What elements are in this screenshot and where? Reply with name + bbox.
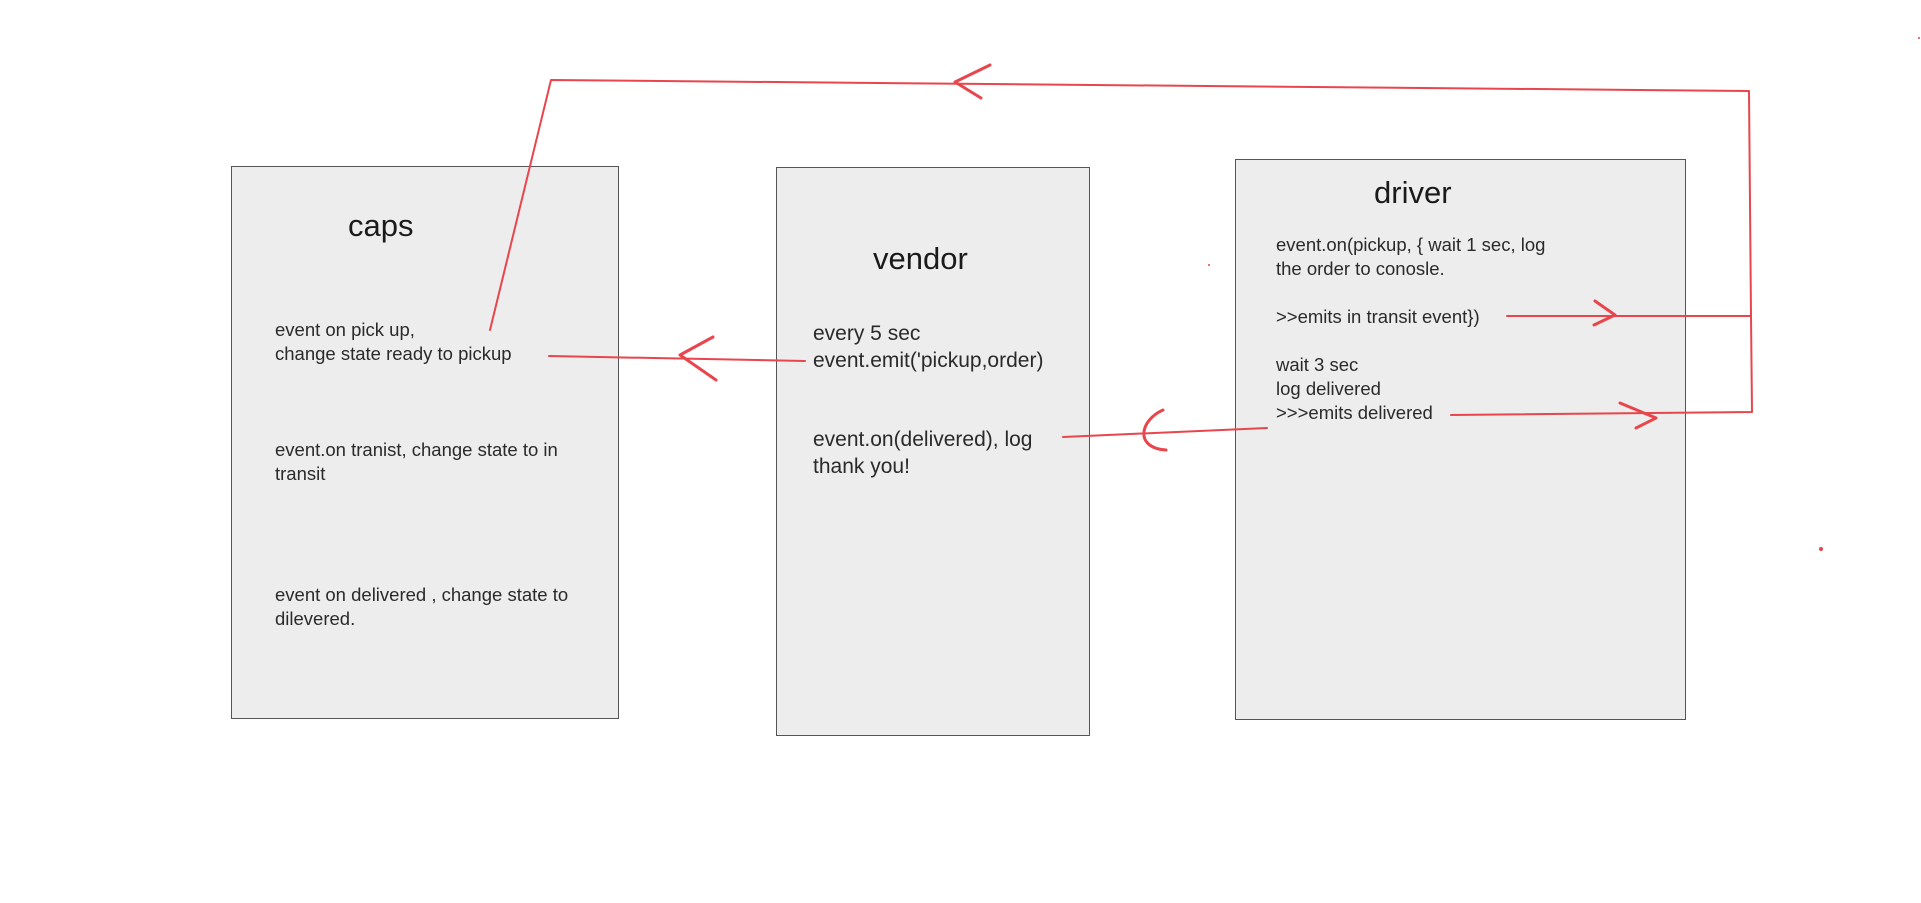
caps-transit-note: event.on tranist, change state to in tra… xyxy=(275,438,558,486)
caps-title: caps xyxy=(348,208,414,243)
caps-transit-note-line-1: event.on tranist, change state to in xyxy=(275,439,558,460)
driver-pickup-note-line-1: event.on(pickup, { wait 1 sec, log xyxy=(1276,234,1546,255)
driver-pickup-note: event.on(pickup, { wait 1 sec, log the o… xyxy=(1276,233,1545,281)
stray-mark-dot xyxy=(1208,264,1210,266)
vendor-emit-note-line-2: event.emit('pickup,order) xyxy=(813,349,1044,372)
caps-delivered-note-line-1: event on delivered , change state to xyxy=(275,584,569,605)
vendor-emit-note-line-1: every 5 sec xyxy=(813,322,921,345)
stray-mark-dot xyxy=(1918,37,1920,39)
stray-mark-dot xyxy=(1819,547,1823,551)
caps-delivered-note-line-2: dilevered. xyxy=(275,608,356,629)
driver-transit-emit-note: >>emits in transit event}) xyxy=(1276,306,1480,327)
caps-pickup-note-line-1: event on pick up, xyxy=(275,319,415,340)
pickup-arrowhead-left xyxy=(678,335,718,382)
driver-title: driver xyxy=(1374,175,1452,210)
caps-box: caps event on pick up, change state read… xyxy=(231,166,619,719)
transit-arrowhead-left xyxy=(953,63,992,100)
vendor-box: vendor every 5 sec event.emit('pickup,or… xyxy=(776,167,1090,736)
caps-pickup-note-line-2: change state ready to pickup xyxy=(275,343,512,364)
vendor-delivered-note: event.on(delivered), log thank you! xyxy=(813,426,1032,480)
driver-delivered-note-line-3: >>>emits delivered xyxy=(1276,402,1433,423)
vendor-delivered-note-line-1: event.on(delivered), log xyxy=(813,428,1033,451)
driver-delivered-note: wait 3 sec log delivered >>>emits delive… xyxy=(1276,353,1433,425)
driver-pickup-note-line-2: the order to conosle. xyxy=(1276,258,1445,279)
driver-delivered-note-line-1: wait 3 sec xyxy=(1276,354,1359,375)
caps-delivered-note: event on delivered , change state to dil… xyxy=(275,583,568,631)
vendor-title: vendor xyxy=(873,241,968,276)
driver-delivered-note-line-2: log delivered xyxy=(1276,378,1381,399)
delivered-to-vendor-arrowhead xyxy=(1142,408,1168,452)
vendor-delivered-note-line-2: thank you! xyxy=(813,455,910,478)
vendor-emit-note: every 5 sec event.emit('pickup,order) xyxy=(813,320,1043,374)
caps-pickup-note: event on pick up, change state ready to … xyxy=(275,318,512,366)
driver-box: driver event.on(pickup, { wait 1 sec, lo… xyxy=(1235,159,1686,720)
caps-transit-note-line-2: transit xyxy=(275,463,326,484)
